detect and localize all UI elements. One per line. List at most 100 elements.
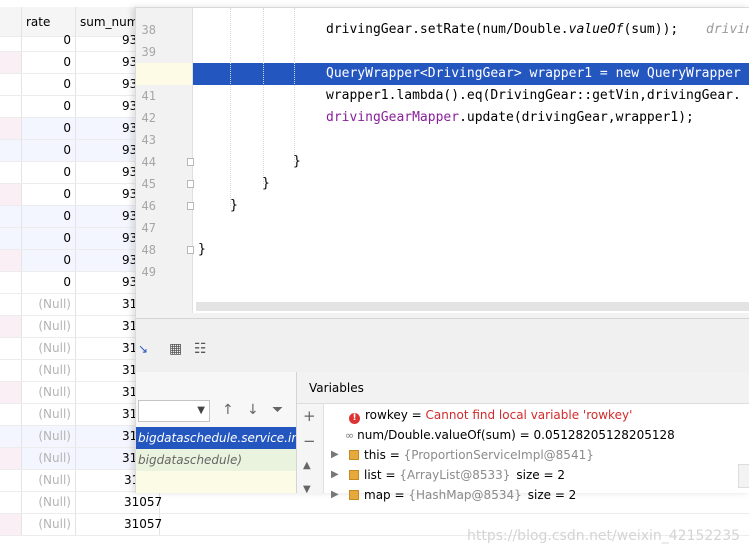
expand-arrow-icon[interactable]: ▶	[331, 449, 339, 460]
variable-row[interactable]: map = {HashMap@8534} size = 2	[349, 485, 576, 505]
frame-item[interactable]	[136, 471, 296, 493]
step-cursor-icon[interactable]: ↘	[138, 342, 148, 356]
row-selector[interactable]	[0, 250, 22, 271]
editor-horizontal-scrollbar[interactable]	[196, 302, 749, 311]
line-number[interactable]: 48	[136, 239, 156, 261]
row-selector[interactable]	[0, 470, 22, 491]
cell-rate[interactable]: 0	[22, 96, 76, 117]
expand-arrow-icon[interactable]: ▶	[331, 489, 339, 500]
filter-icon[interactable]: ⏷	[272, 402, 283, 418]
cell-rate[interactable]: (Null)	[22, 294, 76, 315]
row-selector[interactable]	[0, 162, 22, 183]
code-line[interactable]: drivingGearMapper.update(drivingGear,wra…	[326, 107, 694, 129]
frame-item[interactable]: bigdataschedule)	[136, 449, 296, 471]
cell-rate[interactable]: 0	[22, 140, 76, 161]
cell-rate[interactable]: (Null)	[22, 448, 76, 469]
cell-rate[interactable]: 0	[22, 74, 76, 95]
row-selector[interactable]	[0, 228, 22, 249]
move-down-icon[interactable]: ▼	[303, 484, 311, 495]
cell-rate[interactable]: (Null)	[22, 338, 76, 359]
variable-name: list	[364, 468, 382, 482]
cell-rate[interactable]: 0	[22, 30, 76, 51]
row-selector[interactable]	[0, 338, 22, 359]
cell-rate[interactable]: (Null)	[22, 360, 76, 381]
cell-rate[interactable]: 0	[22, 52, 76, 73]
move-up-icon[interactable]: ▲	[303, 460, 311, 471]
cell-rate[interactable]: (Null)	[22, 404, 76, 425]
variables-scrollbar[interactable]	[738, 464, 749, 488]
line-number[interactable]: 46	[136, 195, 156, 217]
cell-rate[interactable]: (Null)	[22, 514, 76, 535]
variable-row[interactable]: list = {ArrayList@8533} size = 2	[349, 465, 565, 485]
cell-rate[interactable]: (Null)	[22, 316, 76, 337]
frame-item[interactable]: bigdataschedule.service.imp	[136, 427, 296, 449]
line-number[interactable]: 47	[136, 217, 156, 239]
variable-row[interactable]: ! rowkey = Cannot find local variable 'ro…	[349, 405, 632, 425]
cell-rate[interactable]: 0	[22, 272, 76, 293]
fold-marker-icon[interactable]	[187, 180, 194, 188]
cell-rate[interactable]: (Null)	[22, 382, 76, 403]
cell-rate[interactable]: 0	[22, 228, 76, 249]
row-selector[interactable]	[0, 52, 22, 73]
cell-rate[interactable]: 0	[22, 206, 76, 227]
fold-marker-icon[interactable]	[187, 158, 194, 166]
cell-rate[interactable]: 0	[22, 162, 76, 183]
row-selector[interactable]	[0, 184, 22, 205]
cell-rate[interactable]: 0	[22, 184, 76, 205]
row-selector[interactable]	[0, 492, 22, 513]
row-selector[interactable]	[0, 96, 22, 117]
cell-rate[interactable]: 0	[22, 250, 76, 271]
code-line[interactable]: }	[230, 195, 238, 217]
cell-sum-num[interactable]: 31057	[76, 492, 162, 513]
row-selector[interactable]	[0, 206, 22, 227]
variable-size: size = 2	[516, 468, 566, 482]
line-number[interactable]: 38	[136, 19, 156, 41]
code-line[interactable]: QueryWrapper<DrivingGear> wrapper1 = new…	[326, 63, 741, 85]
code-line[interactable]: }	[198, 239, 206, 261]
cell-sum-num[interactable]: 31057	[76, 514, 162, 535]
thread-select[interactable]: ▼	[138, 400, 210, 422]
code-line[interactable]: wrapper1.lambda().eq(DrivingGear::getVin…	[326, 85, 741, 107]
cell-rate[interactable]: (Null)	[22, 426, 76, 447]
remove-watch-icon[interactable]: −	[303, 432, 316, 450]
row-selector[interactable]	[0, 74, 22, 95]
row-selector[interactable]	[0, 426, 22, 447]
code-line[interactable]: }	[262, 173, 270, 195]
cell-rate[interactable]: (Null)	[22, 492, 76, 513]
settings-list-icon[interactable]: ☷	[194, 341, 207, 357]
line-number[interactable]: 49	[136, 261, 156, 283]
line-number[interactable]: 44	[136, 151, 156, 173]
row-selector[interactable]	[0, 316, 22, 337]
line-number[interactable]: 43	[136, 129, 156, 151]
inline-value-hint: drivin	[706, 22, 749, 37]
variable-name: map	[364, 488, 391, 502]
cell-rate[interactable]: 0	[22, 118, 76, 139]
row-selector[interactable]	[0, 382, 22, 403]
row-selector[interactable]	[0, 514, 22, 535]
table-view-icon[interactable]: ▦	[169, 341, 182, 357]
fold-marker-icon[interactable]	[187, 246, 194, 254]
code-line[interactable]: drivingGear.setRate(num/Double.valueOf(s…	[326, 19, 678, 41]
variable-row[interactable]: this = {ProportionServiceImpl@8541}	[349, 445, 594, 465]
add-watch-icon[interactable]: +	[303, 407, 316, 425]
line-number[interactable]: 39	[136, 41, 156, 63]
row-selector[interactable]	[0, 404, 22, 425]
line-number[interactable]: 41	[136, 85, 156, 107]
line-number[interactable]: 45	[136, 173, 156, 195]
line-number[interactable]: 42	[136, 107, 156, 129]
row-selector[interactable]	[0, 360, 22, 381]
arrow-up-icon[interactable]: ↑	[222, 402, 234, 418]
cell-rate[interactable]: (Null)	[22, 470, 76, 491]
code-line[interactable]: }	[293, 151, 301, 173]
arrow-down-icon[interactable]: ↓	[247, 402, 259, 418]
variable-row[interactable]: ∞ num/Double.valueOf(sum) = 0.05128205128…	[345, 425, 675, 445]
expand-arrow-icon[interactable]: ▶	[331, 469, 339, 480]
fold-marker-icon[interactable]	[187, 202, 194, 210]
row-selector[interactable]	[0, 118, 22, 139]
row-selector[interactable]	[0, 294, 22, 315]
row-selector[interactable]	[0, 140, 22, 161]
row-selector[interactable]	[0, 30, 22, 51]
row-selector[interactable]	[0, 272, 22, 293]
code-token: }	[198, 242, 206, 257]
row-selector[interactable]	[0, 448, 22, 469]
